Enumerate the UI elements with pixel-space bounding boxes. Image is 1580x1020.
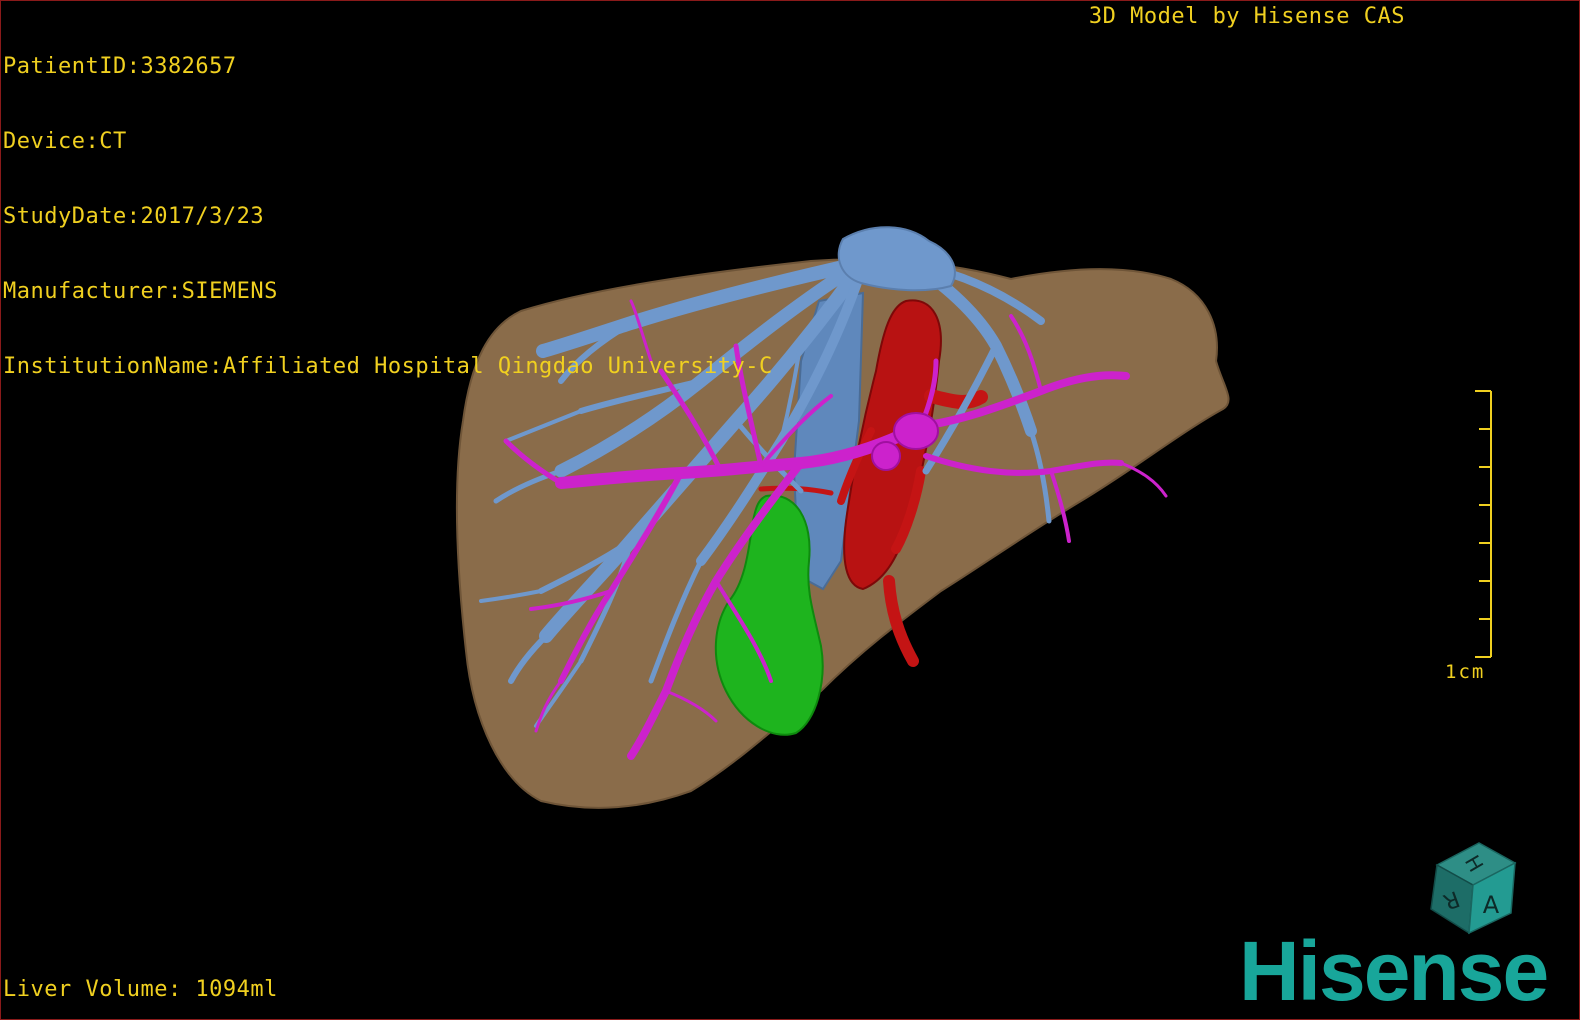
manufacturer-text: Manufacturer:SIEMENS: [3, 279, 278, 304]
scale-bar: [1475, 390, 1492, 658]
hisense-logo: Hisense: [1239, 924, 1549, 1018]
orientation-label-a: A: [1483, 891, 1500, 919]
liver-volume-text: Liver Volume: 1094ml: [3, 977, 278, 1002]
orientation-cube[interactable]: H R A: [1419, 833, 1523, 937]
3d-viewport[interactable]: PatientID:3382657 Device:CT StudyDate:20…: [0, 0, 1580, 1020]
study-date-text: StudyDate:2017/3/23: [3, 204, 265, 229]
patient-id-text: PatientID:3382657: [3, 54, 237, 79]
portal-vein-confluence: [893, 412, 939, 450]
institution-text: InstitutionName:Affiliated Hospital Qing…: [3, 354, 773, 379]
portal-vein-trunk: [871, 441, 901, 471]
model-credit-text: 3D Model by Hisense CAS: [1088, 4, 1405, 29]
device-text: Device:CT: [3, 129, 127, 154]
scale-bar-label: 1cm: [1445, 661, 1486, 683]
hepatic-vein-confluence: [837, 226, 956, 292]
patient-info-block: PatientID:3382657 Device:CT StudyDate:20…: [3, 4, 773, 429]
